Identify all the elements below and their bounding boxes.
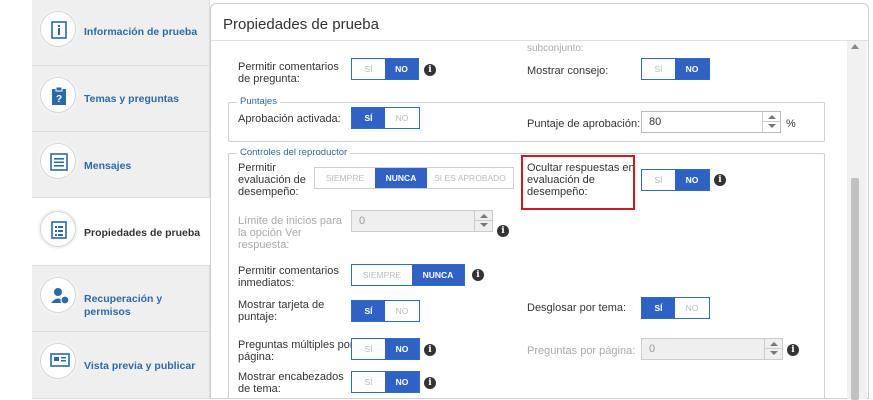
- message-lines-icon: [40, 143, 76, 179]
- desglosar-tema-toggle[interactable]: SÍ NO: [641, 297, 710, 319]
- mostrar-consejo-toggle[interactable]: SÍ NO: [641, 58, 710, 80]
- toggle-option-no[interactable]: NO: [385, 108, 419, 128]
- toggle-option-si-es-aprobado[interactable]: SI ES APROBADO: [427, 168, 513, 188]
- toggle-option-nunca[interactable]: NUNCA: [412, 265, 464, 285]
- sidebar-item-label: Mensajes: [84, 160, 132, 172]
- down-arrow-icon[interactable]: [770, 351, 778, 355]
- toggle-option-no[interactable]: NO: [385, 372, 419, 392]
- toggle-option-si[interactable]: SÍ: [642, 59, 675, 79]
- toggle-option-no[interactable]: NO: [675, 170, 709, 190]
- sidebar: Información de prueba ? Temas y pregunta…: [0, 0, 210, 399]
- cut-label: subconjunto:: [527, 43, 584, 54]
- question-clipboard-icon: ?: [40, 77, 76, 113]
- info-icon[interactable]: i: [424, 344, 436, 356]
- toggle-option-si[interactable]: SÍ: [642, 298, 675, 318]
- user-permissions-icon: [40, 277, 76, 313]
- up-arrow-icon[interactable]: [480, 214, 488, 218]
- scroll-up-arrow-icon[interactable]: [851, 44, 859, 49]
- spin-arrows[interactable]: [764, 339, 783, 359]
- puntaje-aprobacion-input[interactable]: 80: [641, 111, 781, 133]
- toggle-option-no[interactable]: NO: [385, 59, 418, 79]
- scrollbar-thumb[interactable]: [851, 178, 859, 400]
- mostrar-tarjeta-label: Mostrar tarjeta de puntaje:: [238, 299, 325, 323]
- info-icon[interactable]: i: [714, 174, 726, 186]
- toggle-option-si[interactable]: SÍ: [352, 108, 385, 128]
- sidebar-item-propiedades[interactable]: Propiedades de prueba: [32, 198, 210, 266]
- controles-legend: Controles del reproductor: [237, 147, 351, 158]
- aprobacion-activada-label: Aprobación activada:: [238, 113, 341, 125]
- toggle-option-si[interactable]: SÍ: [642, 170, 675, 190]
- puntajes-legend: Puntajes: [237, 96, 280, 107]
- preview-screen-icon: [40, 343, 76, 379]
- highlight-box: [521, 155, 635, 210]
- puntaje-aprobacion-label: Puntaje de aprobación:: [527, 118, 641, 130]
- sidebar-item-label: Recuperación y permisos: [84, 293, 163, 318]
- toggle-option-si[interactable]: SÍ: [352, 339, 385, 359]
- sidebar-item-label: Temas y preguntas: [84, 93, 179, 105]
- sidebar-item-label: Vista previa y publicar: [84, 360, 196, 372]
- up-arrow-icon[interactable]: [770, 342, 778, 346]
- toggle-option-no[interactable]: NO: [675, 59, 709, 79]
- sidebar-strip: [0, 0, 32, 399]
- toggle-option-no[interactable]: NO: [385, 339, 419, 359]
- sidebar-item-temas[interactable]: ? Temas y preguntas: [32, 66, 210, 132]
- preguntas-multiples-toggle[interactable]: SÍ NO: [351, 338, 420, 360]
- sidebar-item-label: Información de prueba: [84, 26, 198, 38]
- properties-panel: Propiedades de prueba subconjunto: Permi…: [210, 3, 869, 400]
- mostrar-encabezados-label: Mostrar encabezados de tema:: [238, 371, 344, 395]
- toggle-option-si[interactable]: SÍ: [352, 59, 385, 79]
- page-title: Propiedades de prueba: [223, 16, 379, 33]
- sidebar-item-mensajes[interactable]: Mensajes: [32, 132, 210, 198]
- info-icon[interactable]: i: [497, 225, 509, 237]
- mostrar-encabezados-toggle[interactable]: SÍ NO: [351, 371, 420, 393]
- permitir-evaluacion-label: Permitir evaluación de desempeño:: [238, 162, 306, 198]
- toggle-option-no[interactable]: NO: [385, 301, 419, 321]
- svg-text:?: ?: [56, 94, 62, 105]
- down-arrow-icon[interactable]: [480, 223, 488, 227]
- limite-inicios-value: 0: [359, 215, 366, 227]
- toggle-option-si[interactable]: SÍ: [352, 372, 385, 392]
- properties-list-icon: [40, 211, 76, 247]
- mostrar-consejo-label: Mostrar consejo:: [527, 65, 609, 77]
- info-icon[interactable]: i: [787, 344, 799, 356]
- toggle-option-no[interactable]: NO: [675, 298, 709, 318]
- permitir-comentarios-pregunta-label: Permitir comentarios de pregunta:: [238, 61, 339, 85]
- sidebar-item-recuperacion[interactable]: Recuperación y permisos: [32, 266, 210, 332]
- toggle-option-siempre[interactable]: SIEMPRE: [315, 168, 375, 188]
- preguntas-por-pagina-label: Preguntas por página:: [527, 345, 636, 357]
- info-document-icon: [40, 11, 76, 47]
- comentarios-inmediatos-toggle[interactable]: SIEMPRE NUNCA: [351, 264, 465, 286]
- sidebar-item-label: Propiedades de prueba: [84, 227, 201, 239]
- info-icon[interactable]: i: [424, 64, 436, 76]
- spin-arrows[interactable]: [474, 211, 493, 231]
- properties-content: subconjunto: Permitir comentarios de pre…: [211, 41, 868, 399]
- ocultar-respuestas-toggle[interactable]: SÍ NO: [641, 169, 710, 191]
- down-arrow-icon[interactable]: [768, 124, 776, 128]
- permitir-comentarios-pregunta-toggle[interactable]: SÍ NO: [351, 58, 419, 80]
- percent-unit: %: [786, 118, 796, 130]
- permitir-evaluacion-toggle[interactable]: SIEMPRE NUNCA SI ES APROBADO: [314, 167, 514, 189]
- spin-arrows[interactable]: [762, 112, 781, 132]
- comentarios-inmediatos-label: Permitir comentarios inmediatos:: [238, 265, 339, 289]
- puntaje-aprobacion-value: 80: [649, 116, 662, 128]
- sidebar-item-informacion[interactable]: Información de prueba: [32, 0, 210, 66]
- sidebar-item-vista-previa[interactable]: Vista previa y publicar: [32, 332, 210, 399]
- mostrar-tarjeta-toggle[interactable]: SÍ NO: [351, 300, 420, 322]
- info-icon[interactable]: i: [424, 377, 436, 389]
- limite-inicios-label: Límite de inicios para la opción Ver res…: [238, 215, 342, 251]
- toggle-option-si[interactable]: SÍ: [352, 301, 385, 321]
- preguntas-por-pagina-value: 0: [649, 343, 656, 355]
- desglosar-tema-label: Desglosar por tema:: [527, 302, 627, 314]
- preguntas-multiples-label: Preguntas múltiples por página:: [238, 339, 354, 363]
- info-icon[interactable]: i: [472, 269, 484, 281]
- up-arrow-icon[interactable]: [768, 115, 776, 119]
- toggle-option-nunca[interactable]: NUNCA: [375, 168, 427, 188]
- toggle-option-siempre[interactable]: SIEMPRE: [352, 265, 412, 285]
- preguntas-por-pagina-input[interactable]: 0: [641, 338, 783, 360]
- aprobacion-activada-toggle[interactable]: SÍ NO: [351, 107, 420, 129]
- limite-inicios-input[interactable]: 0: [351, 210, 493, 232]
